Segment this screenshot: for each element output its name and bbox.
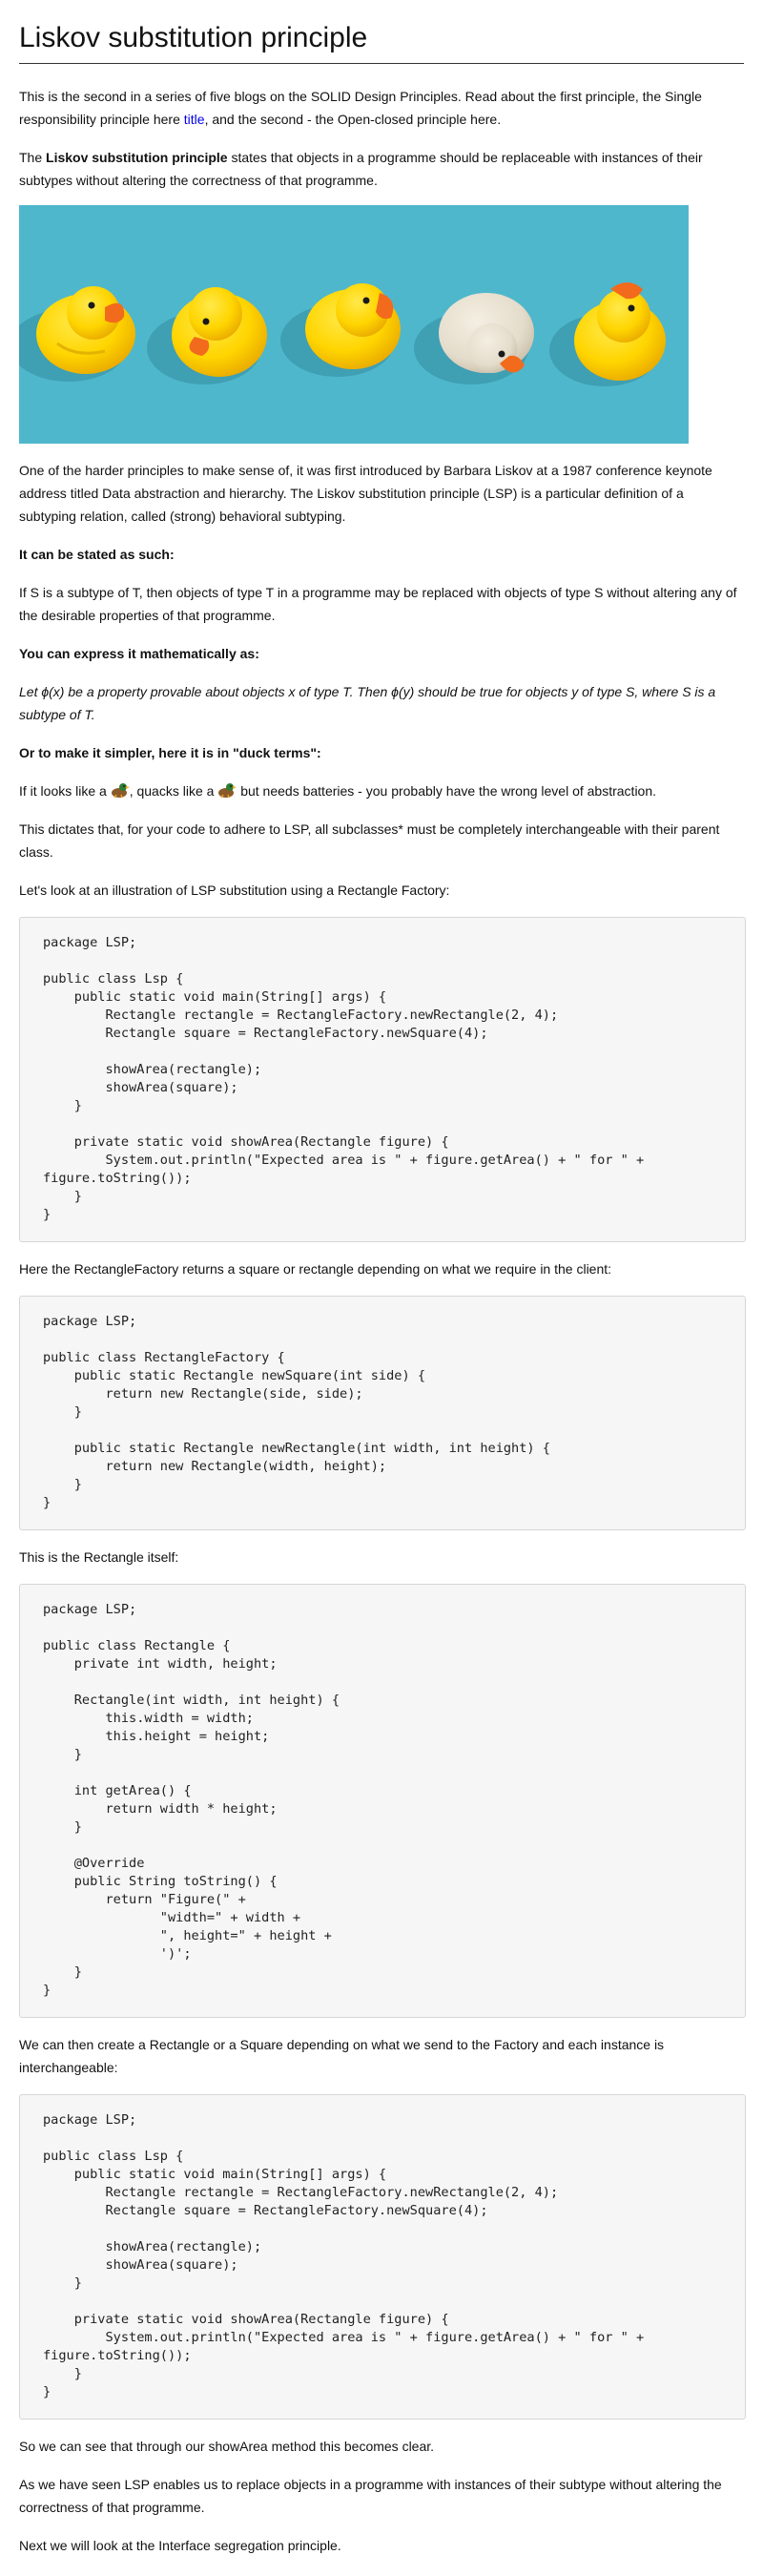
ducks-illustration bbox=[19, 205, 689, 444]
interchange-intro: We can then create a Rectangle or a Squa… bbox=[19, 2037, 665, 2075]
rectangle-intro: This is the Rectangle itself: bbox=[19, 1549, 179, 1565]
math-heading: You can express it mathematically as: bbox=[19, 642, 744, 665]
duck-paragraph: If it looks like a , quacks like a but n… bbox=[19, 779, 744, 802]
code-block-lsp-2: package LSP; public class Lsp { public s… bbox=[19, 2094, 746, 2420]
definition-bold: Liskov substitution principle bbox=[46, 150, 228, 165]
stated-paragraph: If S is a subtype of T, then objects of … bbox=[19, 585, 737, 623]
stated-heading-text: It can be stated as such: bbox=[19, 547, 175, 562]
show-area-paragraph: So we can see that through our showArea … bbox=[19, 2439, 435, 2454]
code-block-lsp: package LSP; public class Lsp { public s… bbox=[19, 917, 746, 1242]
article: Liskov substitution principle This is th… bbox=[0, 0, 763, 2576]
page-title: Liskov substitution principle bbox=[19, 19, 744, 64]
duck-text-a: If it looks like a bbox=[19, 783, 111, 799]
duck-emoji-icon bbox=[111, 783, 130, 799]
math-text: Let ϕ(x) be a property provable about ob… bbox=[19, 684, 716, 722]
duck-text-b: , quacks like a bbox=[129, 783, 218, 799]
factory-intro: Here the RectangleFactory returns a squa… bbox=[19, 1261, 612, 1277]
code-block-rectangle-factory: package LSP; public class RectangleFacto… bbox=[19, 1296, 746, 1530]
next-paragraph: Next we will look at the Interface segre… bbox=[19, 2538, 341, 2553]
duck-text-c: but needs batteries - you probably have … bbox=[237, 783, 657, 799]
definition-paragraph: The Liskov substitution principle states… bbox=[19, 146, 744, 192]
intro-text-2: , and the second - the Open-closed princ… bbox=[204, 112, 502, 127]
srp-link[interactable]: title bbox=[184, 112, 205, 127]
duck-emoji-icon bbox=[218, 783, 237, 799]
math-heading-text: You can express it mathematically as: bbox=[19, 646, 259, 661]
summary-paragraph: As we have seen LSP enables us to replac… bbox=[19, 2477, 722, 2515]
intro-paragraph: This is the second in a series of five b… bbox=[19, 85, 744, 131]
math-paragraph: Let ϕ(x) be a property provable about ob… bbox=[19, 680, 744, 726]
duck-heading: Or to make it simpler, here it is in "du… bbox=[19, 741, 744, 764]
stated-heading: It can be stated as such: bbox=[19, 543, 744, 566]
dictates-paragraph: This dictates that, for your code to adh… bbox=[19, 821, 720, 860]
illustration-intro: Let's look at an illustration of LSP sub… bbox=[19, 883, 450, 898]
duck-heading-text: Or to make it simpler, here it is in "du… bbox=[19, 745, 321, 760]
rubber-ducks-image bbox=[19, 205, 689, 444]
definition-pre: The bbox=[19, 150, 47, 165]
code-block-rectangle: package LSP; public class Rectangle { pr… bbox=[19, 1584, 746, 2018]
history-paragraph: One of the harder principles to make sen… bbox=[19, 463, 712, 524]
